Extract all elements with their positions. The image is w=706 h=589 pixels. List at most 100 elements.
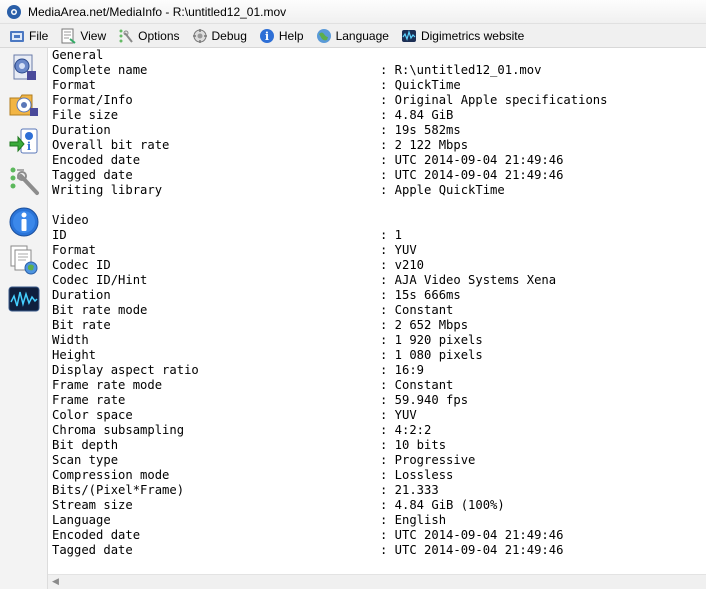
info-value: : AJA Video Systems Xena	[380, 273, 557, 287]
help-icon: i	[259, 28, 274, 43]
open-folder-icon[interactable]	[8, 88, 40, 120]
info-value: : UTC 2014-09-04 21:49:46	[380, 153, 564, 167]
info-key: Stream size	[52, 498, 133, 512]
info-value: : R:\untitled12_01.mov	[380, 63, 542, 77]
digimetrics-logo-icon[interactable]	[8, 284, 40, 316]
info-key: Encoded date	[52, 528, 141, 542]
info-key: Tagged date	[52, 543, 133, 557]
language-icon	[316, 28, 331, 43]
menu-digimetrics-label: Digimetrics website	[420, 28, 525, 43]
info-key: Format	[52, 78, 97, 92]
info-key: Bits/(Pixel*Frame)	[52, 483, 185, 497]
info-key: Overall bit rate	[52, 138, 170, 152]
info-value: : Lossless	[380, 468, 454, 482]
info-value: : Constant	[380, 378, 454, 392]
view-icon	[61, 28, 76, 44]
info-key: Writing library	[52, 183, 163, 197]
debug-icon	[192, 28, 207, 43]
info-key: Encoded date	[52, 153, 141, 167]
info-key: Language	[52, 513, 111, 527]
info-text-area[interactable]: General Complete name : R:\untitled12_01.m…	[48, 48, 706, 574]
info-key: Codec ID	[52, 258, 111, 272]
menu-help[interactable]: i Help	[257, 26, 306, 46]
info-value: : 59.940 fps	[380, 393, 469, 407]
info-key: Codec ID/Hint	[52, 273, 148, 287]
about-icon[interactable]	[8, 206, 40, 238]
info-key: Complete name	[52, 63, 148, 77]
menu-debug[interactable]: Debug	[190, 26, 249, 46]
horizontal-scrollbar[interactable]: ◀	[48, 574, 706, 589]
info-key: Height	[52, 348, 97, 362]
view-sheet-icon[interactable]	[8, 244, 40, 276]
info-value: : 2 652 Mbps	[380, 318, 469, 332]
menu-view[interactable]: View	[58, 26, 108, 46]
menu-language[interactable]: Language	[314, 26, 391, 46]
info-value: : 10 bits	[380, 438, 447, 452]
svg-text:i: i	[27, 140, 31, 153]
menu-help-label: Help	[278, 28, 304, 43]
preferences-icon[interactable]	[8, 164, 40, 196]
mediainfo-app-icon	[7, 4, 21, 19]
open-file-icon[interactable]	[8, 52, 40, 84]
info-key: Scan type	[52, 453, 119, 467]
info-key: Duration	[52, 288, 111, 302]
info-value: : Original Apple specifications	[380, 93, 608, 107]
info-value: : UTC 2014-09-04 21:49:46	[380, 528, 564, 542]
info-key: Bit depth	[52, 438, 119, 452]
digimetrics-icon	[401, 29, 416, 42]
menu-bar: File View Options Debug i Help Language …	[0, 24, 706, 48]
info-key: File size	[52, 108, 119, 122]
menu-digimetrics[interactable]: Digimetrics website	[399, 26, 526, 46]
info-value: : QuickTime	[380, 78, 461, 92]
info-value: : 19s 582ms	[380, 123, 461, 137]
info-value: : 1	[380, 228, 403, 242]
title-bar: MediaArea.net/MediaInfo - R:\untitled12_…	[0, 0, 706, 24]
info-value: : Constant	[380, 303, 454, 317]
info-value: : YUV	[380, 408, 417, 422]
info-key: Display aspect ratio	[52, 363, 199, 377]
info-key: Video	[52, 213, 89, 227]
scroll-left-arrow-icon[interactable]: ◀	[52, 577, 59, 587]
menu-options-label: Options	[138, 28, 180, 43]
info-value: : UTC 2014-09-04 21:49:46	[380, 543, 564, 557]
info-key: Bit rate mode	[52, 303, 148, 317]
info-key: General	[52, 48, 104, 62]
window-title: MediaArea.net/MediaInfo - R:\untitled12_…	[28, 4, 287, 19]
menu-file-label: File	[29, 28, 49, 43]
info-key: Format/Info	[52, 93, 133, 107]
info-value: : English	[380, 513, 447, 527]
menu-options[interactable]: Options	[116, 26, 181, 46]
info-key: Bit rate	[52, 318, 111, 332]
info-key: Tagged date	[52, 168, 133, 182]
options-icon	[119, 29, 133, 43]
file-icon	[10, 30, 24, 42]
info-value: : 15s 666ms	[380, 288, 461, 302]
info-key: Chroma subsampling	[52, 423, 185, 437]
menu-view-label: View	[80, 28, 107, 43]
info-value: : 1 920 pixels	[380, 333, 483, 347]
info-key: Duration	[52, 123, 111, 137]
info-key: Width	[52, 333, 89, 347]
info-value: : YUV	[380, 243, 417, 257]
info-value: : 21.333	[380, 483, 439, 497]
info-key: Format	[52, 243, 97, 257]
svg-text:i: i	[265, 30, 269, 43]
side-toolbar: i	[0, 48, 48, 589]
info-value: : Progressive	[380, 453, 476, 467]
info-value: : 4.84 GiB (100%)	[380, 498, 505, 512]
info-value: : Apple QuickTime	[380, 183, 505, 197]
info-value: : 16:9	[380, 363, 425, 377]
info-value: : 2 122 Mbps	[380, 138, 469, 152]
info-key: ID	[52, 228, 67, 242]
menu-file[interactable]: File	[7, 26, 50, 46]
info-key: Color space	[52, 408, 133, 422]
export-icon[interactable]: i	[8, 126, 40, 158]
menu-debug-label: Debug	[211, 28, 247, 43]
info-value: : UTC 2014-09-04 21:49:46	[380, 168, 564, 182]
menu-language-label: Language	[335, 28, 389, 43]
info-key: Frame rate mode	[52, 378, 163, 392]
info-value: : 4.84 GiB	[380, 108, 454, 122]
info-value: : v210	[380, 258, 425, 272]
info-value: : 4:2:2	[380, 423, 432, 437]
info-key: Frame rate	[52, 393, 126, 407]
